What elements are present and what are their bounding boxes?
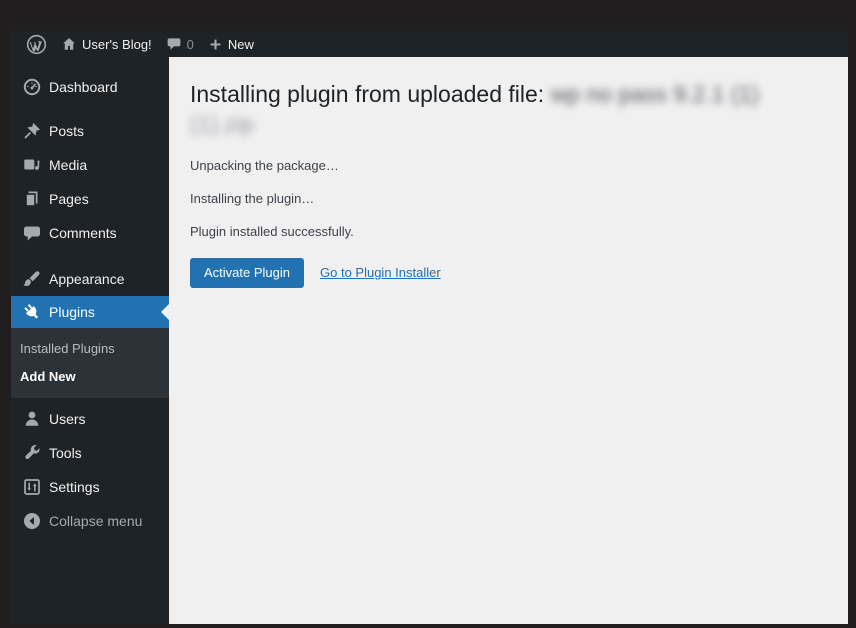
redacted-filename-part1: wp no pass 9.2.1 (1) [550, 81, 759, 107]
submenu-item-installed-plugins[interactable]: Installed Plugins [11, 334, 169, 362]
collapse-arrow-icon [22, 511, 42, 531]
media-camera-note-icon [22, 155, 42, 175]
submenu-item-add-new[interactable]: Add New [11, 362, 169, 390]
new-label: New [227, 36, 254, 52]
page-title-prefix: Installing plugin from uploaded file: [190, 81, 551, 107]
sidebar-item-label: Appearance [49, 271, 125, 287]
wordpress-menu[interactable] [19, 31, 54, 57]
plugins-submenu: Installed Plugins Add New [11, 328, 169, 398]
new-content-menu[interactable]: New [201, 31, 261, 57]
sidebar-item-posts[interactable]: Posts [11, 114, 169, 148]
person-icon [22, 409, 42, 429]
redacted-filename-part2: (1).zip [190, 111, 254, 137]
submenu-item-label: Installed Plugins [20, 340, 115, 356]
pushpin-icon [22, 121, 42, 141]
actions-row: Activate Plugin Go to Plugin Installer [190, 258, 828, 288]
go-to-plugin-installer-link[interactable]: Go to Plugin Installer [320, 265, 441, 280]
comments-menu[interactable]: 0 [159, 31, 201, 57]
page-title: Installing plugin from uploaded file: wp… [190, 79, 800, 139]
menu-separator [11, 104, 169, 114]
sliders-icon [22, 477, 42, 497]
sidebar-item-comments[interactable]: Comments [11, 216, 169, 250]
plus-icon [210, 39, 221, 49]
sidebar-item-pages[interactable]: Pages [11, 182, 169, 216]
sidebar-item-label: Pages [49, 191, 89, 207]
sidebar-item-label: Tools [49, 445, 82, 461]
wrench-icon [22, 443, 42, 463]
collapse-menu-label: Collapse menu [49, 513, 143, 529]
collapse-menu-button[interactable]: Collapse menu [11, 504, 169, 538]
activate-plugin-button[interactable]: Activate Plugin [190, 258, 304, 288]
submenu-item-label: Add New [20, 368, 76, 384]
sidebar-item-settings[interactable]: Settings [11, 470, 169, 504]
sidebar-item-tools[interactable]: Tools [11, 436, 169, 470]
sidebar-item-label: Users [49, 411, 86, 427]
status-line-unpacking: Unpacking the package… [190, 158, 339, 173]
menu-separator [11, 250, 169, 262]
sidebar-item-dashboard[interactable]: Dashboard [11, 70, 169, 104]
status-line-installed: Plugin installed successfully. [190, 224, 354, 239]
sidebar-item-media[interactable]: Media [11, 148, 169, 182]
sidebar-item-label: Media [49, 157, 88, 173]
sidebar-item-appearance[interactable]: Appearance [11, 262, 169, 296]
sidebar-item-label: Comments [49, 225, 117, 241]
comment-bubble-icon [167, 38, 181, 50]
paintbrush-icon [22, 269, 42, 289]
wordpress-logo-icon [26, 34, 47, 54]
sidebar-item-plugins[interactable]: Plugins [11, 296, 169, 328]
plug-icon [22, 302, 42, 322]
site-name-menu[interactable]: User's Blog! [54, 31, 159, 57]
speech-bubble-icon [22, 223, 42, 243]
dashboard-gauge-icon [22, 77, 42, 97]
site-name-label: User's Blog! [82, 36, 152, 52]
content-area: Installing plugin from uploaded file: wp… [169, 57, 848, 624]
sidebar-item-label: Dashboard [49, 79, 118, 95]
sidebar-item-label: Posts [49, 123, 85, 139]
sidebar-item-label: Settings [49, 479, 100, 495]
stacked-pages-icon [22, 189, 42, 209]
status-line-installing: Installing the plugin… [190, 191, 315, 206]
comments-count-badge: 0 [186, 36, 194, 52]
sidebar-item-users[interactable]: Users [11, 402, 169, 436]
admin-sidebar: Dashboard Posts Media Pages Comments App… [11, 57, 169, 624]
admin-bar: User's Blog! 0 New [11, 31, 848, 57]
home-icon [63, 38, 75, 50]
sidebar-item-label: Plugins [49, 304, 95, 320]
